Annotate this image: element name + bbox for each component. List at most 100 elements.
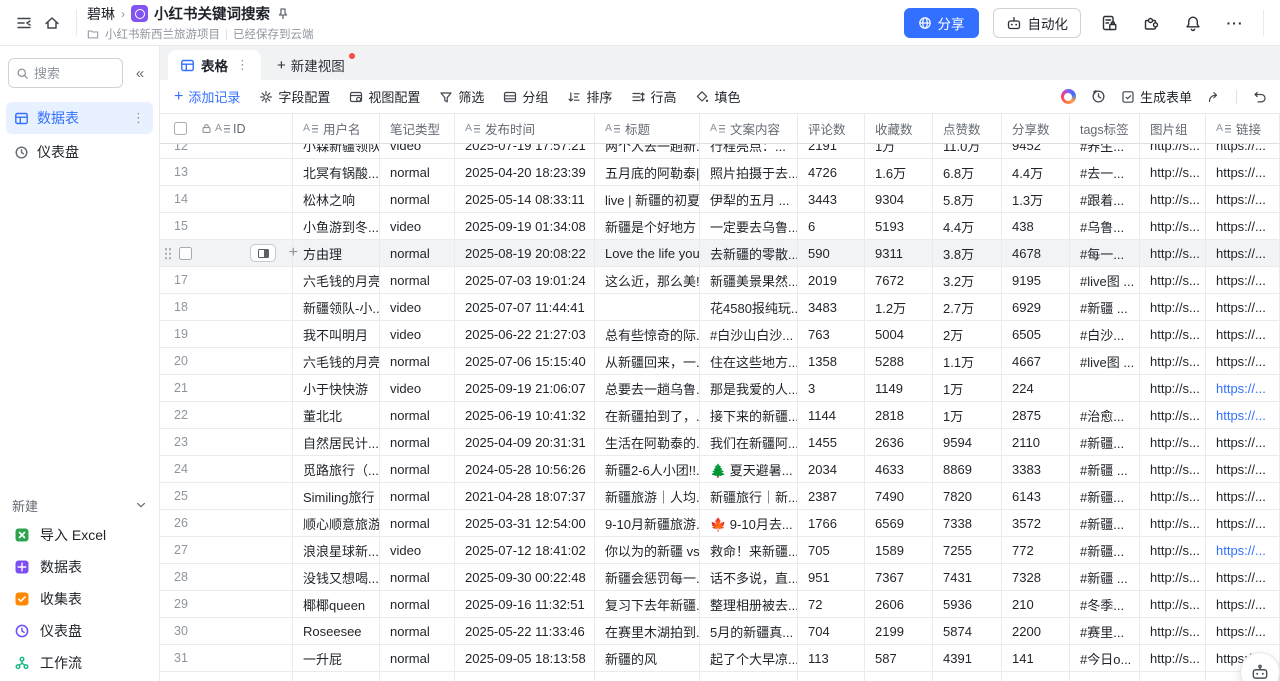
cell-tags[interactable]: #live图 ... <box>1070 267 1140 293</box>
row-header[interactable] <box>160 672 293 681</box>
cell-shares[interactable]: 3383 <box>1002 456 1070 482</box>
cell-images[interactable]: http://s... <box>1140 159 1206 185</box>
cell-likes[interactable]: 2万 <box>933 321 1002 347</box>
cell-likes[interactable]: 5874 <box>933 618 1002 644</box>
cell-time[interactable]: 2025-04-09 20:31:31 <box>455 429 595 455</box>
automation-button[interactable]: 自动化 <box>993 8 1082 38</box>
expand-record-button[interactable] <box>250 244 276 262</box>
cell-user[interactable]: 自然居民计... <box>293 429 380 455</box>
cell-likes[interactable]: 4.4万 <box>933 213 1002 239</box>
cell-shares[interactable] <box>1002 672 1070 681</box>
fill-color-button[interactable]: 填色 <box>695 87 740 106</box>
cell-tags[interactable] <box>1070 672 1140 681</box>
column-header-likes[interactable]: 点赞数 <box>933 114 1002 143</box>
cell-content[interactable]: 那是我爱的人... <box>700 375 798 401</box>
cell-time[interactable]: 2025-08-19 20:08:22 <box>455 240 595 266</box>
cell-collects[interactable]: 1149 <box>865 375 933 401</box>
cell-title[interactable]: 新疆2-6人小团!!... <box>595 456 700 482</box>
cell-images[interactable] <box>1140 672 1206 681</box>
cell-type[interactable]: normal <box>380 348 455 374</box>
cell-tags[interactable] <box>1070 375 1140 401</box>
cell-user[interactable]: 六毛钱的月亮 <box>293 348 380 374</box>
cell-type[interactable]: normal <box>380 240 455 266</box>
cell-time[interactable]: 2025-05-14 08:33:11 <box>455 186 595 212</box>
cell-likes[interactable]: 1万 <box>933 402 1002 428</box>
cell-likes[interactable]: 7255 <box>933 537 1002 563</box>
cell-type[interactable]: normal <box>380 186 455 212</box>
cell-link[interactable]: https://... <box>1206 321 1280 347</box>
cell-shares[interactable]: 6929 <box>1002 294 1070 320</box>
cell-likes[interactable]: 1.1万 <box>933 348 1002 374</box>
create-item-form[interactable]: 收集表 <box>0 583 159 615</box>
cell-likes[interactable]: 3.2万 <box>933 267 1002 293</box>
cell-type[interactable]: normal <box>380 618 455 644</box>
row-number[interactable]: 19 <box>172 327 188 341</box>
cell-likes[interactable]: 3.8万 <box>933 240 1002 266</box>
cell-title[interactable]: 在赛里木湖拍到... <box>595 618 700 644</box>
cell-user[interactable]: Similing旅行 <box>293 483 380 509</box>
create-item-datatable[interactable]: 数据表 <box>0 551 159 583</box>
cell-tags[interactable]: #治愈... <box>1070 402 1140 428</box>
search-input-box[interactable] <box>8 58 123 88</box>
cell-content[interactable]: 话不多说，直... <box>700 564 798 590</box>
share-button[interactable]: 分享 <box>904 8 979 38</box>
cell-title[interactable]: 这么近，那么美! <box>595 267 700 293</box>
cell-type[interactable]: video <box>380 213 455 239</box>
cell-collects[interactable]: 2606 <box>865 591 933 617</box>
cell-user[interactable] <box>293 672 380 681</box>
cell-likes[interactable]: 4391 <box>933 645 1002 671</box>
cell-type[interactable]: video <box>380 537 455 563</box>
row-header[interactable]: 12 <box>160 144 293 159</box>
cell-title[interactable]: 从新疆回来，一... <box>595 348 700 374</box>
cell-comments[interactable]: 113 <box>798 645 865 671</box>
row-number[interactable]: 28 <box>172 570 188 584</box>
column-header-comments[interactable]: 评论数 <box>798 114 865 143</box>
cell-content[interactable]: 我们在新疆阿... <box>700 429 798 455</box>
cell-collects[interactable]: 9304 <box>865 186 933 212</box>
tab-grid-view[interactable]: 表格 ⋮ <box>168 50 261 80</box>
cell-collects[interactable]: 5193 <box>865 213 933 239</box>
cell-link[interactable]: https://... <box>1206 456 1280 482</box>
cell-user[interactable]: 顺心顺意旅游 <box>293 510 380 536</box>
cell-collects[interactable]: 5288 <box>865 348 933 374</box>
cell-shares[interactable]: 9452 <box>1002 144 1070 159</box>
select-all-checkbox[interactable] <box>174 122 187 135</box>
cell-likes[interactable]: 7338 <box>933 510 1002 536</box>
field-config-button[interactable]: 字段配置 <box>259 87 330 106</box>
cell-comments[interactable]: 6 <box>798 213 865 239</box>
cell-content[interactable]: 救命！来新疆... <box>700 537 798 563</box>
cell-type[interactable]: normal <box>380 456 455 482</box>
cell-images[interactable]: http://s... <box>1140 618 1206 644</box>
new-view-button[interactable]: + 新建视图 <box>261 50 361 80</box>
cell-time[interactable]: 2025-07-19 17:57:21 <box>455 144 595 159</box>
cell-images[interactable]: http://s... <box>1140 645 1206 671</box>
cell-type[interactable]: normal <box>380 564 455 590</box>
cell-images[interactable]: http://s... <box>1140 591 1206 617</box>
cell-tags[interactable]: #乌鲁... <box>1070 213 1140 239</box>
cell-images[interactable]: http://s... <box>1140 213 1206 239</box>
item-more-icon[interactable]: ⋮ <box>132 110 145 126</box>
cell-time[interactable]: 2025-07-12 18:41:02 <box>455 537 595 563</box>
cell-likes[interactable]: 11.0万 <box>933 144 1002 159</box>
row-number[interactable]: 23 <box>172 435 188 449</box>
cell-tags[interactable]: #今日o... <box>1070 645 1140 671</box>
cell-content[interactable]: 行程亮点：... <box>700 144 798 159</box>
cell-collects[interactable]: 2818 <box>865 402 933 428</box>
cell-title[interactable]: 生活在阿勒泰的... <box>595 429 700 455</box>
cell-title[interactable]: 总有些惊奇的际... <box>595 321 700 347</box>
cell-comments[interactable]: 1455 <box>798 429 865 455</box>
cell-type[interactable]: video <box>380 375 455 401</box>
cell-collects[interactable]: 9311 <box>865 240 933 266</box>
cell-tags[interactable]: #新疆... <box>1070 483 1140 509</box>
cell-content[interactable]: 接下来的新疆... <box>700 402 798 428</box>
row-header[interactable]: 20 <box>160 348 293 374</box>
cell-content[interactable]: 一定要去乌鲁... <box>700 213 798 239</box>
cell-user[interactable]: 六毛钱的月亮 <box>293 267 380 293</box>
row-number[interactable]: 26 <box>172 516 188 530</box>
cell-images[interactable]: http://s... <box>1140 348 1206 374</box>
cell-images[interactable]: http://s... <box>1140 144 1206 159</box>
row-number[interactable]: 22 <box>172 408 188 422</box>
cell-type[interactable] <box>380 672 455 681</box>
cell-user[interactable]: 觅路旅行（... <box>293 456 380 482</box>
cell-user[interactable]: 方由理 <box>293 240 380 266</box>
